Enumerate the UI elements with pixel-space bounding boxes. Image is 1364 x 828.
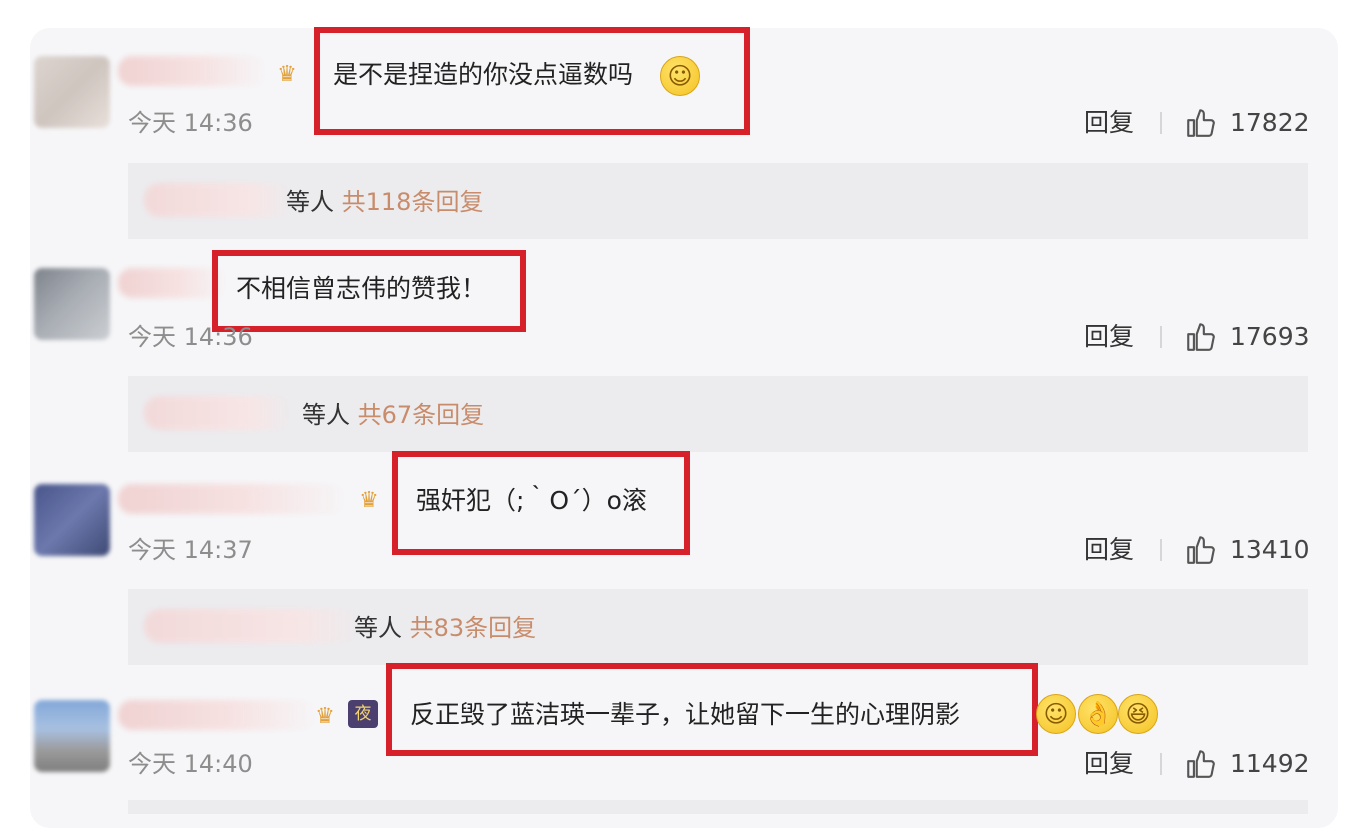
timestamp: 今天 14:36: [128, 109, 253, 137]
highlight-box: [386, 663, 1038, 756]
sub-reply-box: [128, 800, 1308, 814]
like-count: 13410: [1230, 535, 1310, 564]
sub-reply-usernames: [144, 396, 294, 430]
thumbs-up-icon[interactable]: [1184, 106, 1218, 140]
sub-reply-who: 等人: [354, 614, 402, 642]
divider: [1160, 326, 1162, 348]
avatar[interactable]: [34, 56, 110, 128]
reply-button[interactable]: 回复: [1084, 108, 1134, 138]
sub-reply-count: 共67条回复: [357, 401, 485, 429]
avatar[interactable]: [34, 268, 110, 340]
highlight-box: [212, 250, 526, 332]
timestamp: 今天 14:37: [128, 536, 253, 564]
timestamp: 今天 14:36: [128, 323, 253, 351]
avatar[interactable]: [34, 700, 110, 772]
sub-reply-usernames: [144, 609, 364, 643]
reply-button[interactable]: 回复: [1084, 749, 1134, 779]
divider: [1160, 112, 1162, 134]
avatar[interactable]: [34, 484, 110, 556]
thumbs-up-icon[interactable]: [1184, 533, 1218, 567]
sub-reply-who: 等人: [302, 401, 350, 429]
highlight-box: [392, 451, 690, 555]
divider: [1160, 539, 1162, 561]
timestamp: 今天 14:40: [128, 750, 253, 778]
sub-reply-count: 共83条回复: [409, 614, 537, 642]
thumbs-up-icon[interactable]: [1184, 747, 1218, 781]
sub-reply-summary[interactable]: 等人 共118条回复: [286, 187, 483, 217]
username[interactable]: [118, 56, 268, 86]
grin-emoji-icon: 😆: [1118, 694, 1158, 734]
sub-reply-usernames: [144, 183, 294, 217]
highlight-box: [314, 27, 750, 135]
sub-reply-summary[interactable]: 等人 共83条回复: [354, 613, 536, 643]
crown-badge-icon: ♛: [277, 62, 297, 87]
smile-emoji-icon: ☺: [1036, 694, 1076, 734]
ok-hand-emoji-icon: 👌: [1078, 694, 1118, 734]
like-count: 17822: [1230, 108, 1310, 137]
reply-button[interactable]: 回复: [1084, 322, 1134, 352]
crown-badge-icon: ♛: [315, 704, 335, 729]
like-count: 11492: [1230, 749, 1310, 778]
crown-badge-icon: ♛: [359, 488, 379, 513]
thumbs-up-icon[interactable]: [1184, 320, 1218, 354]
reply-button[interactable]: 回复: [1084, 535, 1134, 565]
sub-reply-summary[interactable]: 等人 共67条回复: [302, 400, 484, 430]
sub-reply-who: 等人: [286, 188, 334, 216]
night-mode-badge: 夜: [348, 700, 378, 728]
sub-reply-box[interactable]: 等人 共118条回复: [128, 163, 1308, 239]
username[interactable]: [118, 700, 318, 730]
like-count: 17693: [1230, 322, 1310, 351]
divider: [1160, 753, 1162, 775]
username[interactable]: [118, 484, 348, 514]
sub-reply-count: 共118条回复: [341, 188, 484, 216]
sub-reply-box[interactable]: 等人 共83条回复: [128, 589, 1308, 665]
sub-reply-box[interactable]: 等人 共67条回复: [128, 376, 1308, 452]
